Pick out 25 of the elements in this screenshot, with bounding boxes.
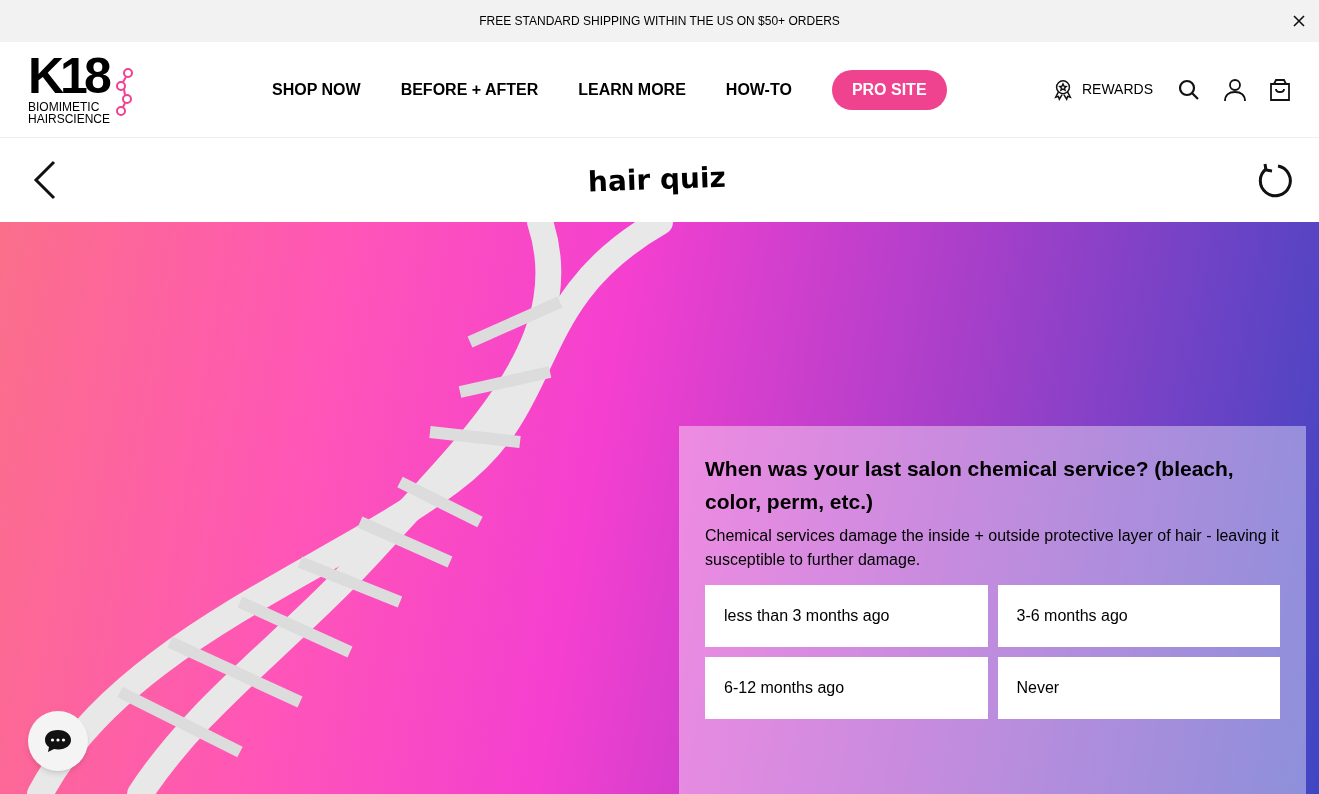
logo-tagline: HAIRSCIENCE bbox=[28, 112, 110, 125]
rewards-link[interactable]: REWARDS bbox=[1051, 78, 1153, 101]
quiz-title: hair quiz bbox=[587, 159, 727, 201]
pro-site-button[interactable]: PRO SITE bbox=[831, 69, 947, 110]
answer-option[interactable]: Never bbox=[997, 657, 1280, 719]
shopping-bag-icon[interactable] bbox=[1269, 77, 1291, 102]
nav-link[interactable]: SHOP NOW bbox=[272, 77, 361, 102]
nav-link[interactable]: BEFORE + AFTER bbox=[400, 77, 539, 102]
answer-option[interactable]: 6-12 months ago bbox=[705, 657, 988, 719]
chat-bubble-button[interactable] bbox=[28, 711, 88, 771]
question-description: Chemical services damage the inside + outside protective layer of hair - leaving it susceptible to further damage. bbox=[705, 526, 1280, 570]
restart-icon[interactable] bbox=[1256, 162, 1292, 198]
molecule-icon bbox=[114, 66, 134, 117]
logo-tagline: BIOMIMETIC bbox=[28, 100, 101, 113]
nav-link[interactable]: HOW-TO bbox=[725, 77, 792, 102]
answer-option[interactable]: 3-6 months ago bbox=[997, 585, 1280, 647]
user-icon[interactable] bbox=[1223, 77, 1247, 102]
search-icon[interactable] bbox=[1177, 77, 1201, 102]
back-arrow-icon[interactable] bbox=[32, 160, 58, 200]
logo-wordmark[interactable]: K18 bbox=[28, 54, 110, 97]
chat-icon bbox=[44, 729, 72, 753]
answer-option[interactable]: less than 3 months ago bbox=[705, 585, 988, 647]
question-title: When was your last salon chemical service? (bleach, color, perm, etc.) bbox=[705, 456, 1235, 515]
announcement-text: FREE STANDARD SHIPPING WITHIN THE US ON $50+ ORDERS bbox=[479, 13, 840, 30]
nav-link[interactable]: LEARN MORE bbox=[578, 77, 686, 102]
